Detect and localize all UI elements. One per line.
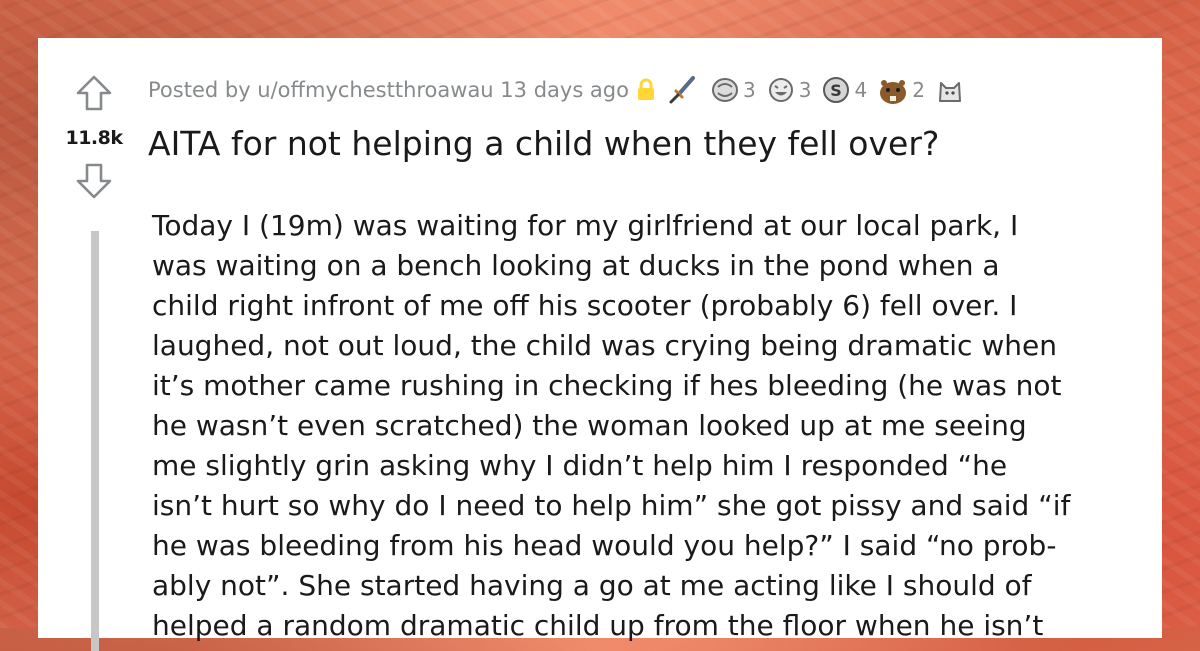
body-line: he wasn’t even scratched) the woman look… [152, 409, 1027, 442]
body-line: it’s mother came rushing in checking if … [152, 369, 1062, 402]
downvote-icon[interactable] [74, 161, 114, 201]
body-line: laughed, not out loud, the child was cry… [152, 329, 1057, 362]
upvote-icon[interactable] [74, 73, 114, 113]
body-line: he was bleeding from his head would you … [152, 529, 1057, 562]
body-line: ably not”. She started having a go at me… [152, 569, 1032, 602]
laughing-award-icon [768, 78, 793, 102]
body-line: helped a random dramatic child up from t… [152, 609, 1044, 642]
sword-award-icon [669, 76, 695, 104]
post-title[interactable]: AITA for not helping a child when they f… [148, 124, 939, 163]
award-cat[interactable] [935, 75, 968, 105]
award-sword[interactable] [667, 75, 700, 105]
cat-award-icon [938, 82, 961, 102]
lock-icon [637, 78, 654, 100]
silver-coin-award-icon: S [823, 77, 850, 103]
post-card: 11.8k Posted by u/offmychestthroawau 13 … [38, 38, 1162, 651]
author-line[interactable]: Posted by u/offmychestthroawau 13 days a… [148, 78, 629, 102]
body-line: was waiting on a bench looking at ducks … [152, 249, 1000, 282]
vote-score: 11.8k [65, 127, 123, 149]
award-silver[interactable]: S 4 [821, 75, 867, 105]
post-meta: Posted by u/offmychestthroawau 13 days a… [148, 74, 968, 106]
award-laughing[interactable]: 3 [766, 75, 811, 105]
thread-collapse-line[interactable] [91, 231, 99, 651]
body-line: me slightly grin asking why I didn’t hel… [152, 449, 1008, 482]
beaver-award-icon [880, 80, 907, 104]
vote-column: 11.8k [58, 73, 130, 201]
post-body: Today I (19m) was waiting for my girlfri… [152, 206, 1142, 646]
award-hands[interactable]: 3 [710, 75, 756, 105]
body-line: Today I (19m) was waiting for my girlfri… [152, 209, 1019, 242]
body-line: isn’t hurt so why do I need to help him”… [152, 489, 1071, 522]
body-line: child right infront of me off his scoote… [152, 289, 1018, 322]
svg-text:S: S [831, 81, 843, 100]
hands-award-icon [711, 78, 738, 102]
award-beaver[interactable]: 2 [877, 75, 925, 105]
